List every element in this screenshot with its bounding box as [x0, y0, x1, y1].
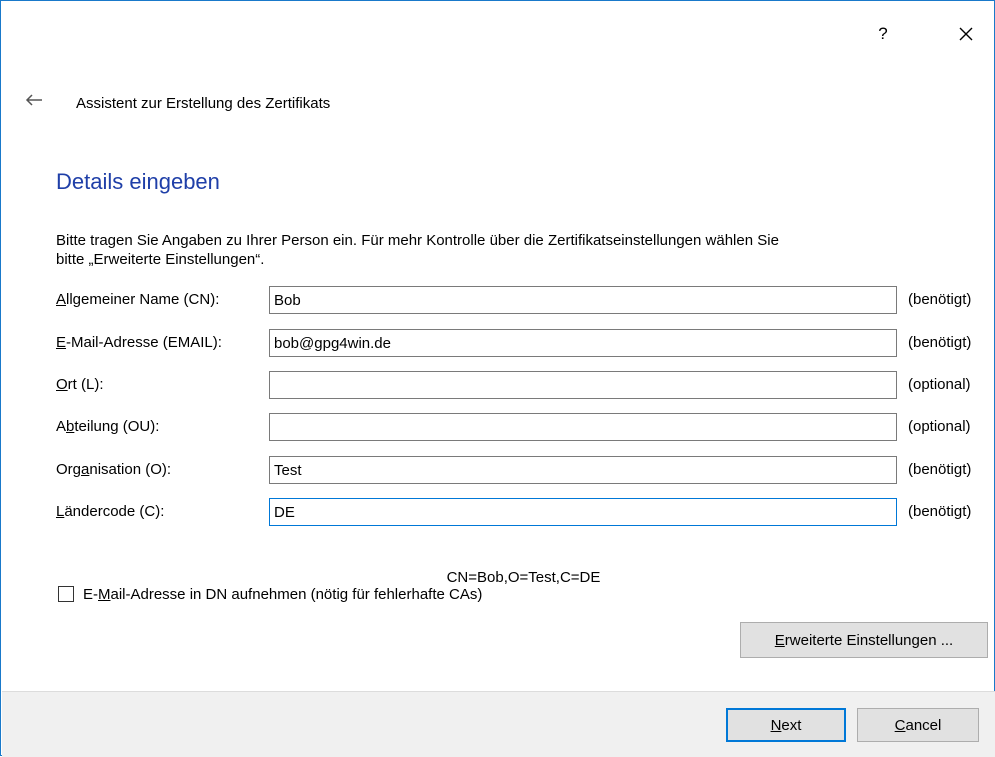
field-hint: (benötigt) — [908, 334, 972, 351]
field-hint: (benötigt) — [908, 291, 972, 308]
close-icon — [959, 27, 973, 41]
email-label: E-Mail-Adresse (EMAIL): — [56, 334, 222, 351]
common-name-input[interactable] — [269, 286, 897, 314]
country-code-label: Ländercode (C): — [56, 503, 165, 520]
field-hint: (optional) — [908, 376, 971, 393]
close-button[interactable] — [946, 19, 986, 49]
description-line: bitte „Erweiterte Einstellungen“. — [56, 251, 265, 268]
field-hint: (benötigt) — [908, 503, 972, 520]
email-in-dn-checkbox[interactable] — [58, 586, 74, 602]
field-hint: (optional) — [908, 418, 971, 435]
field-hint: (benötigt) — [908, 461, 972, 478]
page-title: Details eingeben — [56, 169, 220, 194]
organisation-input[interactable] — [269, 456, 897, 484]
advanced-settings-button[interactable]: Erweiterte Einstellungen ... — [740, 622, 988, 658]
next-button[interactable]: Next — [726, 708, 846, 742]
org-unit-input[interactable] — [269, 413, 897, 441]
footer-bar — [2, 691, 995, 757]
locality-input[interactable] — [269, 371, 897, 399]
common-name-label: Allgemeiner Name (CN): — [56, 291, 220, 308]
locality-label: Ort (L): — [56, 376, 104, 393]
cancel-button[interactable]: Cancel — [857, 708, 979, 742]
page-description: Bitte tragen Sie Angaben zu Ihrer Person… — [56, 231, 976, 269]
email-in-dn-label[interactable]: E-Mail-Adresse in DN aufnehmen (nötig fü… — [83, 586, 482, 603]
wizard-title: Assistent zur Erstellung des Zertifikats — [76, 95, 331, 112]
arrow-left-icon — [25, 94, 42, 106]
back-button[interactable] — [23, 91, 45, 109]
org-unit-label: Abteilung (OU): — [56, 418, 160, 435]
country-code-input[interactable] — [269, 498, 897, 526]
organisation-label: Organisation (O): — [56, 461, 172, 478]
email-input[interactable] — [269, 329, 897, 357]
help-button[interactable]: ? — [863, 19, 903, 49]
dn-preview: CN=Bob,O=Test,C=DE — [446, 569, 601, 586]
description-line: Bitte tragen Sie Angaben zu Ihrer Person… — [56, 232, 779, 249]
wizard-window: ? Assistent zur Erstellung des Zertifika… — [0, 0, 995, 757]
